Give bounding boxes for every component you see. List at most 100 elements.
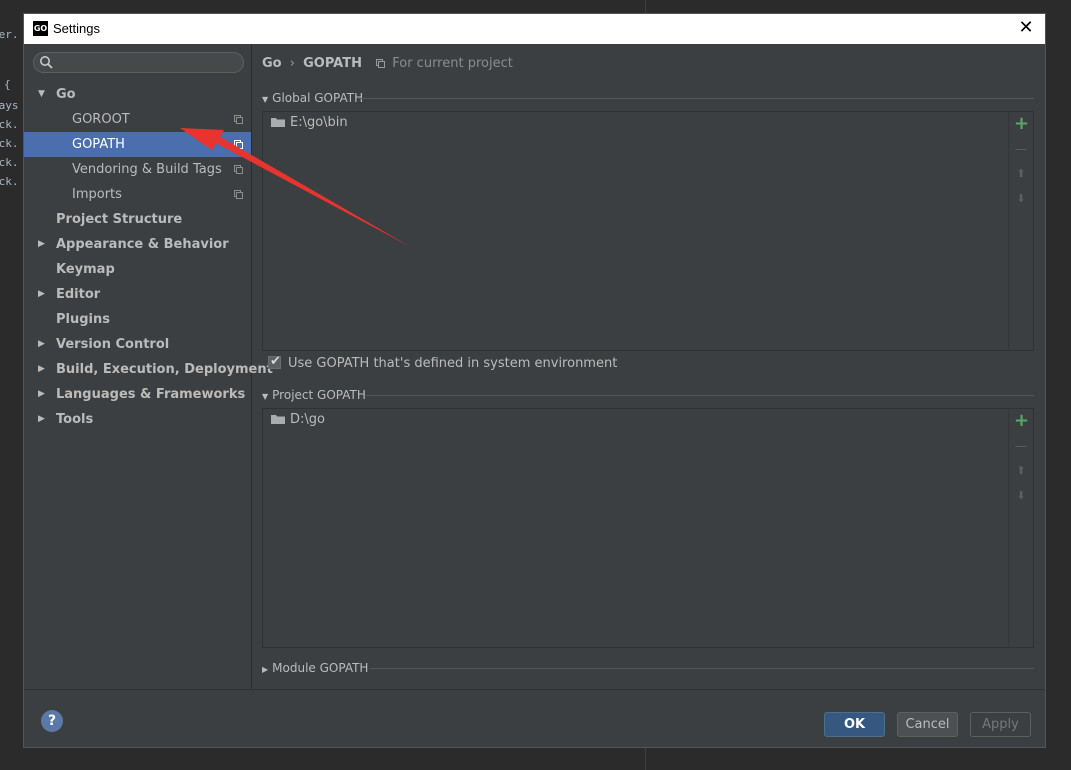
- title-bar[interactable]: GO Settings ✕: [24, 14, 1045, 44]
- sidebar-item-label: GOPATH: [72, 137, 125, 152]
- move-up-icon[interactable]: ⬆: [1014, 167, 1028, 181]
- remove-icon[interactable]: —: [1014, 439, 1028, 453]
- list-area: D:\go: [263, 409, 1009, 647]
- sidebar-item-label: Languages & Frameworks: [56, 387, 246, 402]
- list-toolbar: + — ⬆ ⬇: [1008, 409, 1033, 647]
- expanded-arrow-icon[interactable]: ▼: [38, 82, 48, 107]
- bg-code-line: ack.: [0, 175, 19, 188]
- collapsed-arrow-icon: ▶: [262, 665, 269, 674]
- sidebar-item-build[interactable]: ▶ Build, Execution, Deployment: [24, 357, 273, 382]
- bg-code-line: ack.: [0, 137, 19, 150]
- sidebar-item-tools[interactable]: ▶ Tools: [24, 407, 251, 432]
- dialog-footer: ? OK Cancel Apply: [24, 689, 1045, 748]
- sidebar-item-label: Keymap: [56, 262, 115, 277]
- bg-code-line: ack.: [0, 156, 19, 169]
- breadcrumb-current: GOPATH: [303, 56, 362, 71]
- settings-sidebar: ▼ Go GOROOT GOPATH Vendoring & Build Tag…: [24, 44, 273, 689]
- sidebar-item-goroot[interactable]: GOROOT: [24, 107, 251, 132]
- sidebar-item-label: Project Structure: [56, 212, 183, 227]
- global-gopath-list[interactable]: E:\go\bin + — ⬆ ⬇: [262, 111, 1034, 351]
- gopath-entry: D:\go: [290, 412, 325, 427]
- sidebar-item-label: Vendoring & Build Tags: [72, 162, 222, 177]
- section-title: Module GOPATH: [272, 661, 369, 675]
- cancel-button[interactable]: Cancel: [897, 712, 958, 737]
- collapsed-arrow-icon[interactable]: ▶: [38, 332, 48, 357]
- expanded-arrow-icon: ▼: [262, 392, 269, 401]
- settings-content: Go › GOPATH For current project ▼ Global …: [252, 44, 1045, 689]
- apply-button[interactable]: Apply: [970, 712, 1031, 737]
- sidebar-item-vendoring[interactable]: Vendoring & Build Tags: [24, 157, 251, 182]
- sidebar-item-gopath[interactable]: GOPATH: [24, 132, 251, 157]
- scope-label: For current project: [392, 56, 513, 71]
- bg-code-line: hays: [0, 99, 19, 112]
- background-divider: [645, 0, 646, 14]
- background-editor: ker. { hays ack. ack. ack. ack.: [0, 0, 24, 770]
- project-scope-icon: [234, 115, 243, 124]
- collapsed-arrow-icon[interactable]: ▶: [38, 407, 48, 432]
- project-scope-icon: [234, 190, 243, 199]
- remove-icon[interactable]: —: [1014, 142, 1028, 156]
- sidebar-item-imports[interactable]: Imports: [24, 182, 251, 207]
- add-icon[interactable]: +: [1014, 115, 1029, 133]
- close-button[interactable]: ✕: [1015, 17, 1037, 39]
- checkmark-icon: ✔: [270, 354, 281, 369]
- settings-search-input[interactable]: [33, 52, 244, 73]
- gopath-entry: E:\go\bin: [290, 115, 348, 130]
- breadcrumb-parent[interactable]: Go: [262, 56, 282, 71]
- move-down-icon[interactable]: ⬇: [1014, 192, 1028, 206]
- sidebar-item-label: Go: [56, 87, 76, 102]
- sidebar-item-label: Tools: [56, 412, 94, 427]
- checkbox[interactable]: ✔: [268, 354, 281, 369]
- global-gopath-header[interactable]: ▼ Global GOPATH: [262, 91, 363, 105]
- add-icon[interactable]: +: [1014, 412, 1029, 430]
- folder-icon: [271, 415, 285, 424]
- sidebar-item-label: Plugins: [56, 312, 110, 327]
- collapsed-arrow-icon[interactable]: ▶: [38, 382, 48, 407]
- expanded-arrow-icon: ▼: [262, 95, 269, 104]
- section-divider: [366, 395, 1034, 396]
- sidebar-item-plugins[interactable]: Plugins: [24, 307, 251, 332]
- sidebar-item-keymap[interactable]: Keymap: [24, 257, 251, 282]
- bg-code-line: {: [4, 78, 11, 91]
- bg-code-line: ker.: [0, 28, 19, 41]
- ok-button[interactable]: OK: [824, 712, 885, 737]
- project-gopath-header[interactable]: ▼ Project GOPATH: [262, 388, 366, 402]
- sidebar-item-version-control[interactable]: ▶ Version Control: [24, 332, 251, 357]
- breadcrumb-separator: ›: [289, 56, 295, 71]
- sidebar-item-go[interactable]: ▼ Go: [24, 82, 251, 107]
- bg-code-line: ack.: [0, 118, 19, 131]
- sidebar-item-label: Appearance & Behavior: [56, 237, 229, 252]
- sidebar-item-languages[interactable]: ▶ Languages & Frameworks: [24, 382, 251, 407]
- collapsed-arrow-icon[interactable]: ▶: [38, 282, 48, 307]
- project-gopath-list[interactable]: D:\go + — ⬆ ⬇: [262, 408, 1034, 648]
- folder-icon: [271, 118, 285, 127]
- window-title: Settings: [53, 21, 100, 36]
- goland-app-icon: GO: [33, 21, 48, 36]
- move-up-icon[interactable]: ⬆: [1014, 464, 1028, 478]
- checkbox-label: Use GOPATH that's defined in system envi…: [288, 356, 618, 371]
- breadcrumb: Go › GOPATH For current project: [262, 56, 513, 71]
- collapsed-arrow-icon[interactable]: ▶: [38, 357, 48, 382]
- project-scope-icon: [234, 140, 243, 149]
- collapsed-arrow-icon[interactable]: ▶: [38, 232, 48, 257]
- section-title: Global GOPATH: [272, 91, 364, 105]
- module-gopath-header[interactable]: ▶ Module GOPATH: [262, 661, 368, 675]
- sidebar-item-appearance[interactable]: ▶ Appearance & Behavior: [24, 232, 251, 257]
- project-scope-icon: [234, 165, 243, 174]
- sidebar-item-label: Editor: [56, 287, 101, 302]
- list-toolbar: + — ⬆ ⬇: [1008, 112, 1033, 350]
- project-scope-icon: [376, 59, 386, 68]
- sidebar-item-project-structure[interactable]: Project Structure: [24, 207, 251, 232]
- settings-dialog: GO Settings ✕ ▼ Go GOROOT GOPATH Vendori…: [23, 13, 1046, 748]
- sidebar-item-editor[interactable]: ▶ Editor: [24, 282, 251, 307]
- search-icon: [40, 56, 53, 69]
- sidebar-item-label: GOROOT: [72, 112, 130, 127]
- section-title: Project GOPATH: [272, 388, 366, 402]
- section-divider: [370, 668, 1034, 669]
- section-divider: [358, 98, 1034, 99]
- help-icon[interactable]: ?: [41, 710, 63, 732]
- list-item[interactable]: D:\go: [271, 412, 325, 427]
- list-item[interactable]: E:\go\bin: [271, 115, 348, 130]
- use-system-gopath-checkbox[interactable]: ✔ Use GOPATH that's defined in system env…: [268, 354, 618, 371]
- move-down-icon[interactable]: ⬇: [1014, 489, 1028, 503]
